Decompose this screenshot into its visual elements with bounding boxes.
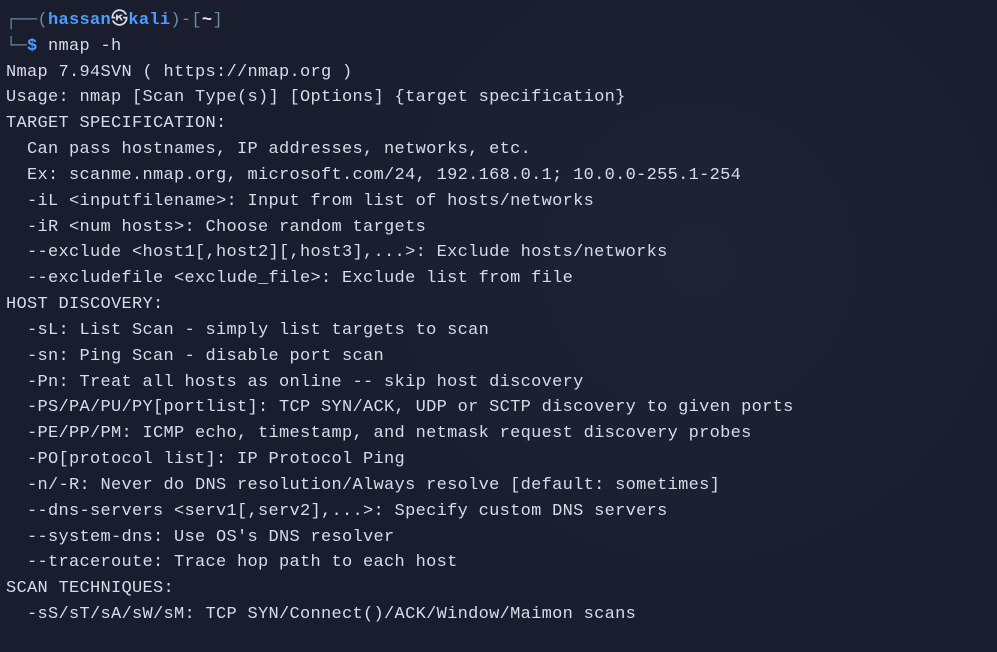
output-line: --system-dns: Use OS's DNS resolver xyxy=(6,528,395,547)
prompt-dollar: $ xyxy=(27,37,38,56)
paren-close: ) xyxy=(170,11,181,30)
output-line: Nmap 7.94SVN ( https://nmap.org ) xyxy=(6,63,353,82)
dash: - xyxy=(181,11,192,30)
output-line: Can pass hostnames, IP addresses, networ… xyxy=(6,140,531,159)
output-line: Ex: scanme.nmap.org, microsoft.com/24, 1… xyxy=(6,166,741,185)
output-line: TARGET SPECIFICATION: xyxy=(6,114,227,133)
brack-close: ] xyxy=(212,11,223,30)
output-line: -n/-R: Never do DNS resolution/Always re… xyxy=(6,476,720,495)
output-line: HOST DISCOVERY: xyxy=(6,295,164,314)
terminal[interactable]: ┌──(hassan㉿kali)-[~] └─$ nmap -h Nmap 7.… xyxy=(6,8,991,628)
output-line: -iR <num hosts>: Choose random targets xyxy=(6,218,426,237)
prompt-path: ~ xyxy=(202,11,213,30)
skull-icon: ㉿ xyxy=(111,11,128,30)
output-line: -PE/PP/PM: ICMP echo, timestamp, and net… xyxy=(6,424,752,443)
prompt-line-1: ┌──(hassan㉿kali)-[~] xyxy=(6,11,223,30)
output-line: -PO[protocol list]: IP Protocol Ping xyxy=(6,450,405,469)
output-line: -sL: List Scan - simply list targets to … xyxy=(6,321,489,340)
output-line: --excludefile <exclude_file>: Exclude li… xyxy=(6,269,573,288)
paren-open: ( xyxy=(38,11,49,30)
output-line: -sn: Ping Scan - disable port scan xyxy=(6,347,384,366)
output-line: Usage: nmap [Scan Type(s)] [Options] {ta… xyxy=(6,88,626,107)
command-input[interactable]: nmap -h xyxy=(48,37,122,56)
box-corner-bottom: └─ xyxy=(6,37,27,56)
prompt-line-2: └─$ nmap -h xyxy=(6,37,122,56)
output-line: --traceroute: Trace hop path to each hos… xyxy=(6,553,458,572)
box-corner: ┌── xyxy=(6,11,38,30)
output-line: --dns-servers <serv1[,serv2],...>: Speci… xyxy=(6,502,668,521)
output-line: -sS/sT/sA/sW/sM: TCP SYN/Connect()/ACK/W… xyxy=(6,605,636,624)
output-line: -iL <inputfilename>: Input from list of … xyxy=(6,192,594,211)
brack-open: [ xyxy=(191,11,202,30)
prompt-user: hassan xyxy=(48,11,111,30)
output-line: --exclude <host1[,host2][,host3],...>: E… xyxy=(6,243,668,262)
output-line: -PS/PA/PU/PY[portlist]: TCP SYN/ACK, UDP… xyxy=(6,398,794,417)
output-line: -Pn: Treat all hosts as online -- skip h… xyxy=(6,373,584,392)
output-line: SCAN TECHNIQUES: xyxy=(6,579,174,598)
prompt-host: kali xyxy=(128,11,170,30)
